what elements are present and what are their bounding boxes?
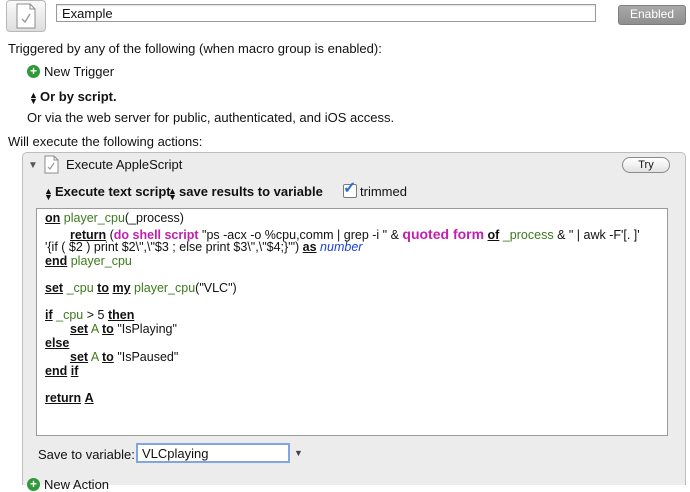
save-to-variable-label: Save to variable: — [38, 447, 135, 462]
macro-name-input[interactable] — [56, 4, 596, 22]
disclosure-triangle-down-icon[interactable]: ▼ — [28, 160, 38, 171]
execute-mode-arrows-icon[interactable]: ▲ ▼ — [44, 185, 53, 201]
execute-mode-popup[interactable]: Execute text script — [55, 184, 171, 199]
script-line: else — [45, 336, 70, 350]
triggers-heading: Triggered by any of the following (when … — [8, 41, 382, 56]
chevron-down-icon[interactable]: ▼ — [294, 448, 303, 458]
actions-heading: Will execute the following actions: — [8, 134, 203, 149]
enabled-button[interactable]: Enabled — [618, 5, 686, 25]
script-document-icon — [16, 3, 36, 29]
plus-circle-icon[interactable]: + — [27, 65, 40, 78]
macro-icon[interactable] — [6, 0, 46, 32]
or-by-script-popup[interactable]: Or by script. — [40, 89, 117, 104]
try-button[interactable]: Try — [622, 157, 670, 173]
script-line: '{if ( $2 ) print $2\",\"$3 ; else print… — [45, 240, 363, 254]
script-line: end player_cpu — [45, 254, 132, 268]
script-line: set _cpu to my player_cpu("VLC") — [45, 281, 237, 295]
action-title: Execute AppleScript — [66, 157, 183, 172]
save-to-variable-input[interactable] — [136, 443, 290, 463]
results-mode-popup[interactable]: save results to variable — [179, 184, 323, 199]
checkmark-icon: ✓ — [343, 180, 357, 197]
up-down-arrows-icon[interactable]: ▲ ▼ — [29, 89, 38, 105]
script-editor[interactable]: on player_cpu(_process) return (do shell… — [36, 208, 668, 436]
trimmed-label: trimmed — [360, 184, 407, 199]
new-trigger-link[interactable]: New Trigger — [44, 64, 114, 79]
script-line: return A — [45, 391, 94, 405]
script-line: set A to "IsPlaying" — [70, 322, 177, 336]
script-line: end if — [45, 364, 79, 378]
results-mode-arrows-icon[interactable]: ▲ ▼ — [168, 185, 177, 201]
script-line: on player_cpu(_process) — [45, 211, 184, 225]
web-server-text: Or via the web server for public, authen… — [27, 110, 395, 125]
script-line: set A to "IsPaused" — [70, 350, 179, 364]
script-line: if _cpu > 5 then — [45, 308, 135, 322]
applescript-document-icon — [44, 155, 60, 177]
